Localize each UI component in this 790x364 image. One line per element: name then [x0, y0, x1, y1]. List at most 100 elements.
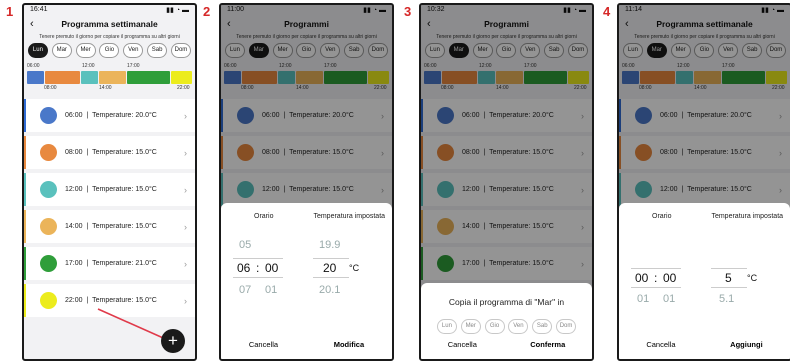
temp-column-label: Temperatura impostata — [711, 212, 784, 220]
color-dot — [40, 107, 57, 124]
temp-selected[interactable]: 20 — [323, 261, 336, 275]
cancel-button[interactable]: Cancella — [646, 340, 675, 349]
status-icons: ▮▮ ◔ ▬ — [166, 7, 189, 14]
cancel-button[interactable]: Cancella — [249, 340, 278, 349]
picker-wheels[interactable]: 05 06 : 00 07 01 19.9 20 20.1 °C — [221, 229, 392, 329]
row-label: Temperature: — [92, 149, 134, 156]
selection-line — [233, 277, 283, 278]
row-temp: 15.0°C — [135, 223, 157, 230]
color-dot — [40, 181, 57, 198]
chevron-right-icon: › — [184, 295, 187, 306]
hour-selected[interactable]: 06 — [237, 261, 250, 275]
edit-sheet: Orario Temperatura impostata 05 06 : 00 … — [221, 203, 392, 359]
nav-bar: ‹ Programma settimanale — [24, 16, 195, 33]
timeline-label: 14:00 — [99, 85, 112, 91]
copy-day-dom[interactable]: Dom — [556, 319, 577, 334]
program-row[interactable]: 12:00 | Temperature: 15.0°C › — [24, 173, 195, 206]
chevron-right-icon: › — [184, 221, 187, 232]
phone-screen-4: 11:14 ▮▮ ◔ ▬ ‹ Programma settimanale Ten… — [617, 3, 790, 361]
selection-line — [313, 258, 349, 259]
row-time: 14:00 — [65, 223, 83, 230]
day-ven[interactable]: Ven — [123, 43, 144, 58]
selection-line — [313, 277, 349, 278]
row-label: Temperature: — [92, 112, 134, 119]
color-dot — [40, 255, 57, 272]
timeline-segment — [127, 71, 170, 84]
copy-day-lun[interactable]: Lun — [436, 319, 457, 334]
chevron-right-icon: › — [184, 258, 187, 269]
chevron-left-icon[interactable]: ‹ — [30, 16, 34, 33]
cancel-button[interactable]: Cancella — [448, 340, 477, 349]
day-lun[interactable]: Lun — [27, 43, 48, 58]
step-number-3: 3 — [404, 4, 412, 19]
minute-selected[interactable]: 00 — [663, 271, 676, 285]
chevron-right-icon: › — [184, 147, 187, 158]
minute-next: 01 — [663, 293, 676, 305]
time-separator: : — [654, 271, 658, 285]
selection-line — [711, 287, 747, 288]
timeline-label: 12:00 — [82, 63, 95, 69]
timeline-segment — [81, 71, 98, 84]
temp-selected[interactable]: 5 — [725, 271, 732, 285]
copy-day-selector: Lun Mer Gio Ven Sab Dom — [421, 307, 592, 334]
copy-day-mer[interactable]: Mer — [460, 319, 481, 334]
row-temp: 21.0°C — [135, 260, 157, 267]
row-temp: 20.0°C — [135, 112, 157, 119]
add-sheet: Orario Temperatura impostata 00 : 00 01 … — [619, 203, 790, 359]
minute-selected[interactable]: 00 — [265, 261, 278, 275]
day-sab[interactable]: Sab — [147, 43, 168, 58]
day-mar[interactable]: Mar — [51, 43, 72, 58]
row-time: 22:00 — [65, 297, 83, 304]
row-label: Temperature: — [92, 223, 134, 230]
program-row[interactable]: 08:00 | Temperature: 15.0°C › — [24, 136, 195, 169]
timeline-label: 22:00 — [177, 85, 190, 91]
day-gio[interactable]: Gio — [99, 43, 120, 58]
selection-line — [233, 258, 283, 259]
timeline-label: 17:00 — [127, 63, 140, 69]
color-dot — [40, 218, 57, 235]
row-label: Temperature: — [92, 297, 134, 304]
sheet-actions: Cancella Conferma — [421, 340, 592, 349]
timeline-label: 08:00 — [44, 85, 57, 91]
program-row[interactable]: 14:00 | Temperature: 15.0°C › — [24, 210, 195, 243]
copy-day-ven[interactable]: Ven — [508, 319, 529, 334]
program-row[interactable]: 17:00 | Temperature: 21.0°C › — [24, 247, 195, 280]
time-column-label: Orario — [254, 212, 274, 220]
program-list: 06:00 | Temperature: 20.0°C › 08:00 | Te… — [24, 99, 195, 317]
row-time: 17:00 — [65, 260, 83, 267]
color-dot — [40, 144, 57, 161]
phone-screen-1: 16:41 ▮▮ ◔ ▬ ‹ Programma settimanale Ten… — [22, 3, 197, 361]
color-dot — [40, 292, 57, 309]
timeline-segment — [99, 71, 126, 84]
picker-wheels[interactable]: 00 : 00 01 01 5 5.1 °C — [619, 229, 790, 329]
add-button[interactable]: + — [161, 329, 185, 353]
copy-day-gio[interactable]: Gio — [484, 319, 505, 334]
selection-line — [711, 268, 747, 269]
confirm-button[interactable]: Conferma — [530, 340, 565, 349]
hour-selected[interactable]: 00 — [635, 271, 648, 285]
add-confirm-button[interactable]: Aggiungi — [730, 340, 763, 349]
selection-line — [631, 287, 681, 288]
row-temp: 15.0°C — [135, 297, 157, 304]
program-row[interactable]: 06:00 | Temperature: 20.0°C › — [24, 99, 195, 132]
copy-day-sab[interactable]: Sab — [532, 319, 553, 334]
row-temp: 15.0°C — [135, 149, 157, 156]
picker-header: Orario Temperatura impostata — [619, 203, 790, 229]
copy-title: Copia il programma di "Mar" in — [448, 297, 565, 307]
row-temp: 15.0°C — [135, 186, 157, 193]
chevron-right-icon: › — [184, 184, 187, 195]
minute-next: 01 — [265, 284, 278, 296]
row-label: Temperature: — [92, 260, 134, 267]
phone-screen-2: 11:00 ▮▮ ◔ ▬ ‹ Programmi Tenere premuto … — [219, 3, 394, 361]
day-timeline: 06:00 12:00 17:00 08:00 14:00 22:00 — [27, 63, 192, 93]
day-dom[interactable]: Dom — [170, 43, 191, 58]
row-time: 12:00 — [65, 186, 83, 193]
status-time: 16:41 — [30, 6, 48, 13]
copy-sheet: Copia il programma di "Mar" in Lun Mer G… — [421, 283, 592, 359]
modify-button[interactable]: Modifica — [334, 340, 364, 349]
temp-next: 20.1 — [319, 284, 341, 296]
day-selector: Lun Mar Mer Gio Ven Sab Dom — [24, 41, 195, 60]
day-mer[interactable]: Mer — [75, 43, 96, 58]
plus-icon: + — [168, 331, 178, 350]
step-number-2: 2 — [203, 4, 211, 19]
